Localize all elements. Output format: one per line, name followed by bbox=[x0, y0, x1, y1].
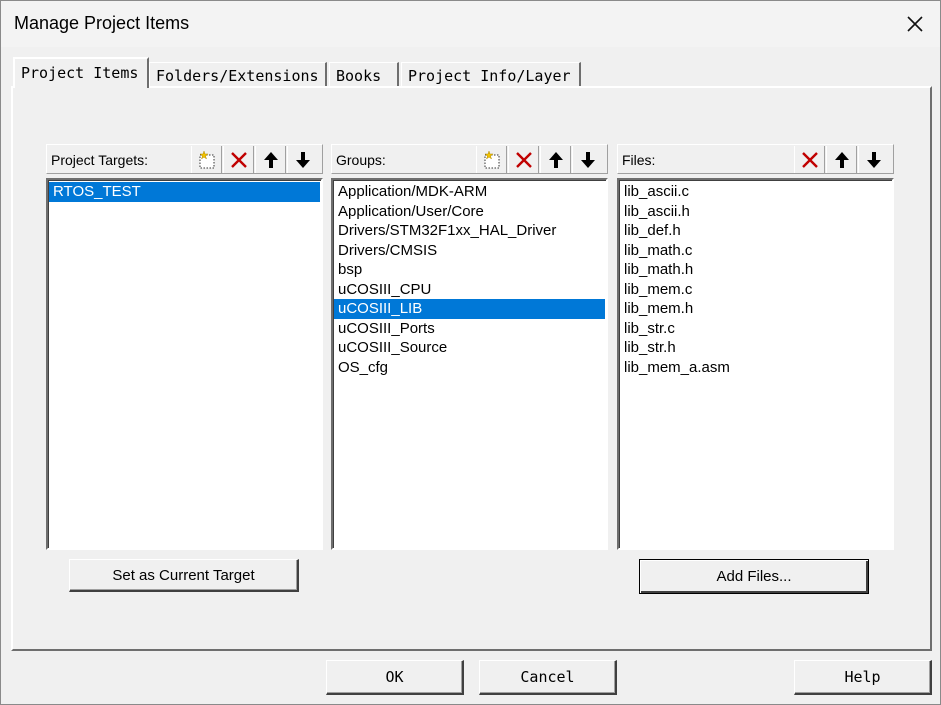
cancel-button[interactable]: Cancel bbox=[479, 660, 617, 695]
list-item[interactable]: lib_str.c bbox=[620, 319, 891, 339]
move-target-down-button[interactable] bbox=[287, 146, 318, 173]
arrow-down-icon bbox=[581, 151, 595, 168]
tab-folders-extensions[interactable]: Folders/Extensions bbox=[149, 62, 327, 88]
delete-group-button[interactable] bbox=[508, 146, 539, 173]
tab-books[interactable]: Books bbox=[329, 62, 399, 88]
close-icon bbox=[907, 16, 923, 32]
ok-button[interactable]: OK bbox=[326, 660, 464, 695]
move-group-down-button[interactable] bbox=[572, 146, 603, 173]
list-item[interactable]: lib_mem.c bbox=[620, 280, 891, 300]
delete-icon bbox=[801, 151, 818, 168]
move-target-up-button[interactable] bbox=[255, 146, 286, 173]
list-item[interactable]: lib_ascii.c bbox=[620, 182, 891, 202]
list-item[interactable]: uCOSIII_Ports bbox=[334, 319, 605, 339]
files-label: Files: bbox=[622, 152, 656, 168]
list-item[interactable]: lib_math.c bbox=[620, 241, 891, 261]
list-item[interactable]: lib_def.h bbox=[620, 221, 891, 241]
new-target-button[interactable] bbox=[191, 146, 222, 173]
move-group-up-button[interactable] bbox=[540, 146, 571, 173]
new-item-icon bbox=[198, 149, 214, 168]
files-list[interactable]: lib_ascii.c lib_ascii.h lib_def.h lib_ma… bbox=[617, 178, 894, 550]
move-file-up-button[interactable] bbox=[826, 146, 857, 173]
groups-list[interactable]: Application/MDK-ARM Application/User/Cor… bbox=[331, 178, 608, 550]
list-item[interactable]: Drivers/STM32F1xx_HAL_Driver bbox=[334, 221, 605, 241]
delete-icon bbox=[515, 151, 532, 168]
help-button[interactable]: Help bbox=[794, 660, 932, 695]
targets-header: Project Targets: bbox=[46, 144, 323, 174]
manage-project-items-dialog: Manage Project Items Folders/Extensions … bbox=[0, 0, 941, 705]
tab-project-items[interactable]: Project Items bbox=[13, 57, 149, 88]
tab-label: Project Items bbox=[21, 64, 139, 82]
new-item-icon bbox=[483, 149, 499, 168]
arrow-up-icon bbox=[263, 151, 278, 168]
delete-file-button[interactable] bbox=[794, 146, 825, 173]
move-file-down-button[interactable] bbox=[858, 146, 889, 173]
list-item[interactable]: lib_str.h bbox=[620, 338, 891, 358]
set-current-target-button[interactable]: Set as Current Target bbox=[69, 559, 299, 592]
groups-label: Groups: bbox=[336, 152, 386, 168]
targets-list[interactable]: RTOS_TEST bbox=[46, 178, 323, 550]
close-button[interactable] bbox=[890, 1, 940, 47]
arrow-down-icon bbox=[296, 151, 310, 168]
tab-label: Project Info/Layer bbox=[408, 67, 571, 85]
tab-label: Books bbox=[336, 67, 382, 85]
list-item[interactable]: bsp bbox=[334, 260, 605, 280]
arrow-down-icon bbox=[867, 151, 881, 168]
delete-icon bbox=[230, 151, 247, 168]
list-item[interactable]: uCOSIII_Source bbox=[334, 338, 605, 358]
list-item[interactable]: RTOS_TEST bbox=[49, 182, 320, 202]
arrow-up-icon bbox=[834, 151, 849, 168]
tab-project-info-layer[interactable]: Project Info/Layer bbox=[401, 62, 581, 88]
targets-label: Project Targets: bbox=[51, 152, 149, 168]
delete-target-button[interactable] bbox=[223, 146, 254, 173]
groups-header: Groups: bbox=[331, 144, 608, 174]
files-header: Files: bbox=[617, 144, 894, 174]
add-files-button[interactable]: Add Files... bbox=[639, 559, 869, 594]
list-item[interactable]: lib_ascii.h bbox=[620, 202, 891, 222]
list-item[interactable]: uCOSIII_CPU bbox=[334, 280, 605, 300]
list-item[interactable]: Drivers/CMSIS bbox=[334, 241, 605, 261]
list-item[interactable]: OS_cfg bbox=[334, 358, 605, 378]
dialog-title: Manage Project Items bbox=[14, 13, 190, 33]
list-item[interactable]: lib_math.h bbox=[620, 260, 891, 280]
arrow-up-icon bbox=[548, 151, 563, 168]
list-item[interactable]: lib_mem_a.asm bbox=[620, 358, 891, 378]
tab-label: Folders/Extensions bbox=[156, 67, 319, 85]
list-item[interactable]: Application/MDK-ARM bbox=[334, 182, 605, 202]
list-item[interactable]: uCOSIII_LIB bbox=[334, 299, 605, 319]
list-item[interactable]: Application/User/Core bbox=[334, 202, 605, 222]
list-item[interactable]: lib_mem.h bbox=[620, 299, 891, 319]
title-bar: Manage Project Items bbox=[1, 1, 940, 47]
new-group-button[interactable] bbox=[476, 146, 507, 173]
